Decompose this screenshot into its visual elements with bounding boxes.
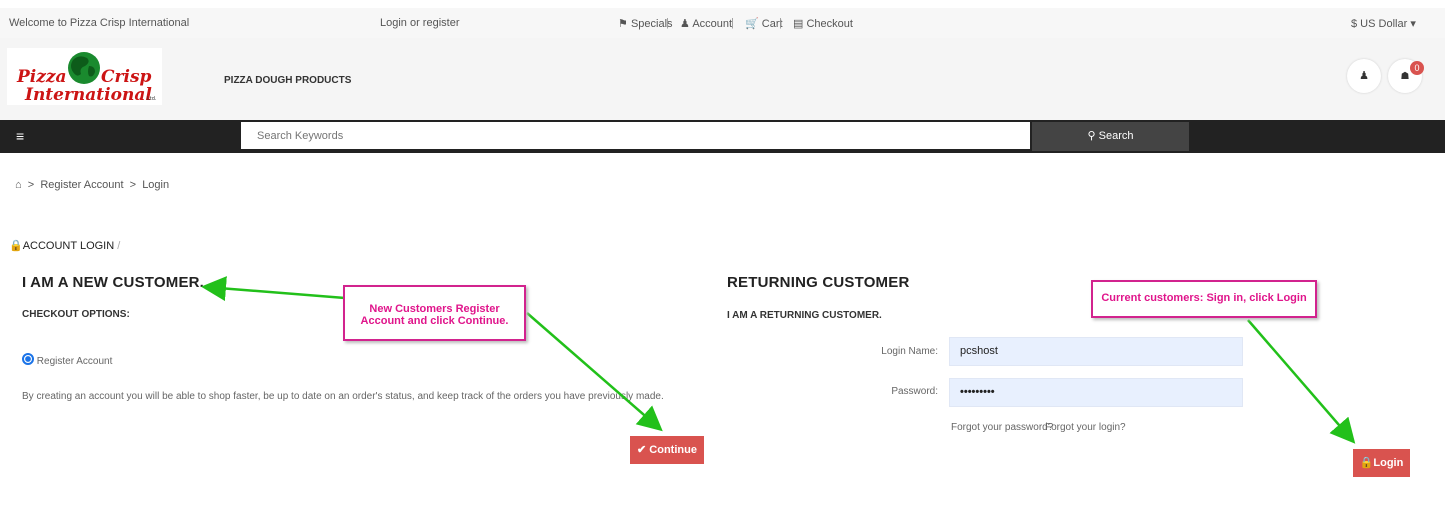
arrow-to-continue bbox=[526, 312, 663, 432]
returning-customer-annotation: Current customers: Sign in, click Login bbox=[1091, 280, 1317, 318]
annotation-arrows bbox=[201, 276, 1356, 444]
new-customer-annotation: New Customers Register Account and click… bbox=[343, 285, 526, 341]
arrow-to-login bbox=[1247, 319, 1356, 444]
arrow-to-new-customer bbox=[201, 276, 346, 302]
